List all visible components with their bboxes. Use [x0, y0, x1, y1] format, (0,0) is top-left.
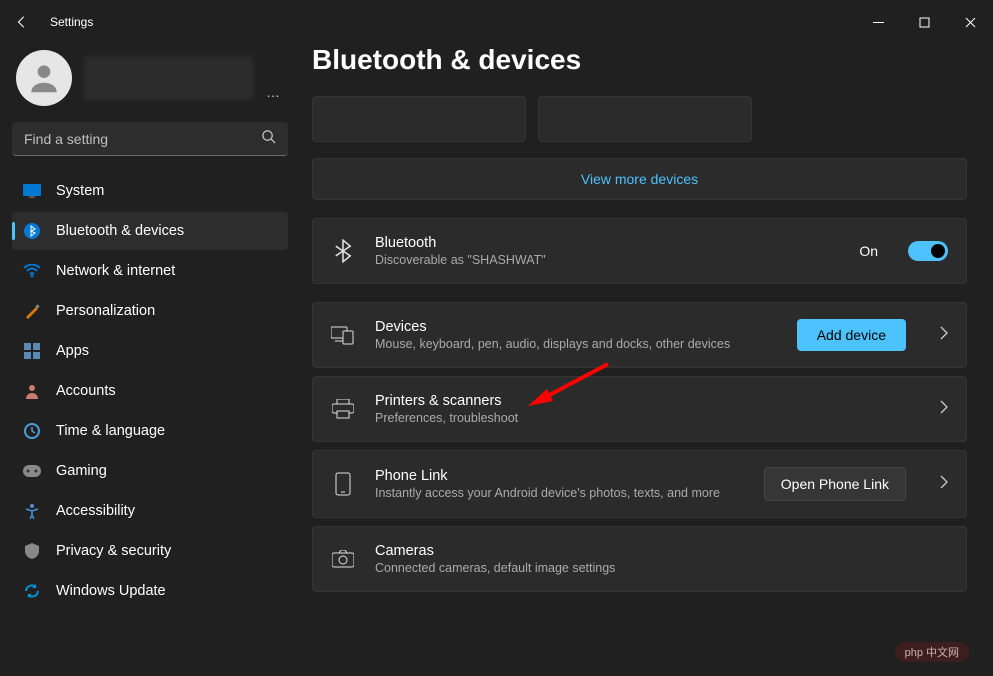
nav-personalization[interactable]: Personalization	[12, 292, 288, 330]
device-tile[interactable]	[312, 96, 526, 142]
nav-privacy[interactable]: Privacy & security	[12, 532, 288, 570]
access-icon	[22, 501, 42, 521]
nav-label: Apps	[56, 343, 89, 359]
chevron-right-icon	[940, 400, 948, 419]
wifi-icon	[22, 261, 42, 281]
phone-icon	[331, 472, 355, 496]
card-title: Cameras	[375, 543, 948, 559]
accounts-icon	[22, 381, 42, 401]
titlebar: Settings	[0, 0, 993, 44]
update-icon	[22, 581, 42, 601]
nav-list: System Bluetooth & devices Network & int…	[12, 172, 288, 610]
phone-link-card[interactable]: Phone Link Instantly access your Android…	[312, 450, 967, 518]
nav-label: Windows Update	[56, 583, 166, 599]
nav-label: Personalization	[56, 303, 155, 319]
bluetooth-icon	[22, 221, 42, 241]
add-device-button[interactable]: Add device	[797, 319, 906, 351]
nav-label: Accounts	[56, 383, 116, 399]
time-icon	[22, 421, 42, 441]
nav-label: Gaming	[56, 463, 107, 479]
window-controls	[855, 0, 993, 44]
nav-label: Privacy & security	[56, 543, 171, 559]
nav-network[interactable]: Network & internet	[12, 252, 288, 290]
user-profile[interactable]: …	[12, 44, 288, 122]
bluetooth-icon	[331, 239, 355, 263]
toggle-state: On	[859, 243, 878, 259]
bluetooth-toggle[interactable]	[908, 241, 948, 261]
card-title: Bluetooth	[375, 235, 839, 251]
camera-icon	[331, 550, 355, 568]
system-icon	[22, 181, 42, 201]
watermark-badge: php 中文网	[895, 642, 969, 662]
card-title: Phone Link	[375, 468, 744, 484]
nav-windows-update[interactable]: Windows Update	[12, 572, 288, 610]
brush-icon	[22, 301, 42, 321]
apps-icon	[22, 341, 42, 361]
nav-label: Network & internet	[56, 263, 175, 279]
nav-label: Bluetooth & devices	[56, 223, 184, 239]
card-subtitle: Preferences, troubleshoot	[375, 411, 906, 425]
search-icon	[261, 129, 276, 149]
card-subtitle: Instantly access your Android device's p…	[375, 486, 744, 500]
devices-card[interactable]: Devices Mouse, keyboard, pen, audio, dis…	[312, 302, 967, 368]
nav-gaming[interactable]: Gaming	[12, 452, 288, 490]
sidebar: … System Bluetooth & devices Network & i…	[0, 44, 300, 676]
view-more-devices[interactable]: View more devices	[312, 158, 967, 200]
chevron-right-icon	[940, 475, 948, 494]
card-subtitle: Mouse, keyboard, pen, audio, displays an…	[375, 337, 777, 351]
bluetooth-card[interactable]: Bluetooth Discoverable as "SHASHWAT" On	[312, 218, 967, 284]
cameras-card[interactable]: Cameras Connected cameras, default image…	[312, 526, 967, 592]
device-tile[interactable]	[538, 96, 752, 142]
main-content: Bluetooth & devices View more devices Bl…	[300, 44, 993, 676]
back-button[interactable]	[0, 0, 44, 44]
user-more-icon: …	[266, 84, 280, 106]
user-name-redacted	[84, 56, 254, 100]
card-subtitle: Connected cameras, default image setting…	[375, 561, 948, 575]
card-title: Devices	[375, 319, 777, 335]
nav-bluetooth-devices[interactable]: Bluetooth & devices	[12, 212, 288, 250]
nav-label: System	[56, 183, 104, 199]
nav-apps[interactable]: Apps	[12, 332, 288, 370]
app-title: Settings	[50, 15, 93, 29]
nav-system[interactable]: System	[12, 172, 288, 210]
chevron-right-icon	[940, 326, 948, 345]
privacy-icon	[22, 541, 42, 561]
open-phone-link-button[interactable]: Open Phone Link	[764, 467, 906, 501]
close-button[interactable]	[947, 0, 993, 44]
gaming-icon	[22, 461, 42, 481]
device-tiles	[312, 96, 967, 142]
card-subtitle: Discoverable as "SHASHWAT"	[375, 253, 839, 267]
nav-accessibility[interactable]: Accessibility	[12, 492, 288, 530]
minimize-button[interactable]	[855, 0, 901, 44]
search-input[interactable]	[24, 131, 261, 147]
nav-label: Time & language	[56, 423, 165, 439]
printers-scanners-card[interactable]: Printers & scanners Preferences, trouble…	[312, 376, 967, 442]
devices-icon	[331, 325, 355, 345]
page-title: Bluetooth & devices	[312, 44, 967, 76]
nav-accounts[interactable]: Accounts	[12, 372, 288, 410]
search-box[interactable]	[12, 122, 288, 156]
avatar	[16, 50, 72, 106]
nav-label: Accessibility	[56, 503, 135, 519]
nav-time-language[interactable]: Time & language	[12, 412, 288, 450]
printer-icon	[331, 399, 355, 419]
card-title: Printers & scanners	[375, 393, 906, 409]
maximize-button[interactable]	[901, 0, 947, 44]
